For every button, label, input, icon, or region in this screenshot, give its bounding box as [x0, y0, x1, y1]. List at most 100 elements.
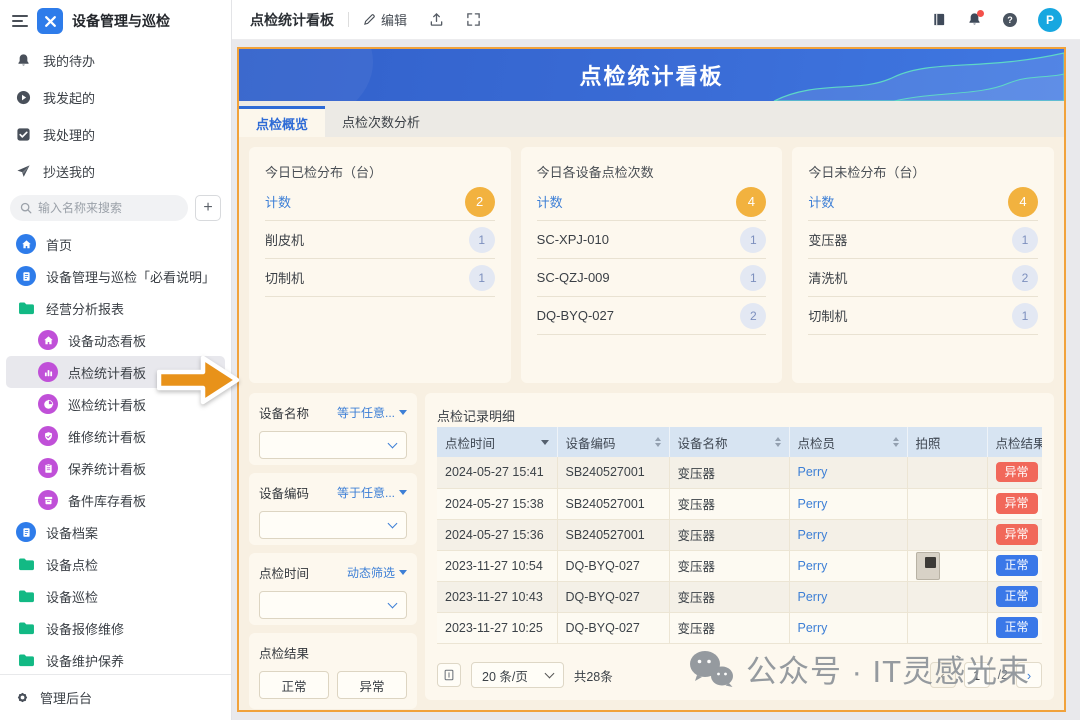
share-icon[interactable]: [429, 12, 444, 27]
caret-down-icon: [399, 570, 407, 575]
stat-card-2: 今日未检分布（台）计数4变压器1清洗机2切制机1: [792, 147, 1054, 383]
cell-inspector: Perry: [789, 519, 907, 550]
page-size-select[interactable]: 20 条/页: [471, 662, 564, 688]
sidebar-item-13[interactable]: 设备维护保养: [6, 644, 225, 674]
cell-result: 正常: [987, 550, 1042, 581]
inspector-link[interactable]: Perry: [798, 590, 828, 604]
inspector-link[interactable]: Perry: [798, 528, 828, 542]
stat-row: 变压器1: [808, 221, 1038, 259]
inspector-link[interactable]: Perry: [798, 465, 828, 479]
filter-group-1: 设备编码等于任意...: [249, 473, 417, 545]
inspector-link[interactable]: Perry: [798, 497, 828, 511]
column-header-3[interactable]: 点检员: [789, 427, 907, 457]
filter-select[interactable]: [259, 591, 407, 619]
doc-icon: [16, 522, 36, 542]
sidebar-item-3[interactable]: 设备动态看板: [6, 324, 225, 356]
cell-code: DQ-BYQ-027: [557, 550, 669, 581]
tab-inspection-overview[interactable]: 点检概览: [239, 106, 325, 137]
dashboard-tabs: 点检概览 点检次数分析: [239, 101, 1064, 137]
stat-row: 清洗机2: [808, 259, 1038, 297]
column-header-4: 拍照: [907, 427, 987, 457]
column-header-1[interactable]: 设备编码: [557, 427, 669, 457]
stat-row-label[interactable]: 计数: [537, 192, 563, 211]
sidebar-item-11[interactable]: 设备巡检: [6, 580, 225, 612]
result-option-0[interactable]: 正常: [259, 671, 329, 699]
sidebar-item-7[interactable]: 保养统计看板: [6, 452, 225, 484]
quick-item-label: 抄送我的: [43, 162, 95, 181]
column-header-0[interactable]: 点检时间: [437, 427, 557, 457]
inspector-link[interactable]: Perry: [798, 559, 828, 573]
filter-select[interactable]: [259, 511, 407, 539]
filter-column: 设备名称等于任意...设备编码等于任意...点检时间动态筛选点检结果正常异常: [249, 393, 417, 700]
cell-code: SB240527001: [557, 519, 669, 550]
sidebar-item-1[interactable]: 设备管理与巡检「必看说明」: [6, 260, 225, 292]
prev-page-button[interactable]: ‹: [930, 662, 956, 688]
add-button[interactable]: +: [195, 195, 221, 221]
sidebar-item-admin-backend[interactable]: 管理后台: [0, 674, 231, 720]
sidebar-nav: 首页设备管理与巡检「必看说明」经营分析报表设备动态看板点检统计看板巡检统计看板维…: [0, 226, 231, 674]
sidebar-item-9[interactable]: 设备档案: [6, 516, 225, 548]
sidebar-item-label: 首页: [46, 235, 72, 254]
sidebar-header: 设备管理与巡检: [0, 0, 231, 42]
sidebar-item-2[interactable]: 经营分析报表: [6, 292, 225, 324]
sidebar-quick-item-1[interactable]: 我发起的: [0, 79, 231, 116]
inspector-link[interactable]: Perry: [798, 621, 828, 635]
filter-label: 点检结果: [259, 643, 309, 662]
filter-select[interactable]: [259, 431, 407, 459]
chart-pie-icon: [38, 394, 58, 414]
notifications-bell-icon[interactable]: [967, 12, 982, 27]
sidebar-item-label: 设备点检: [46, 555, 98, 574]
help-icon[interactable]: ?: [1002, 12, 1018, 28]
collapse-sidebar-icon[interactable]: [12, 15, 28, 27]
current-page-button[interactable]: 1: [964, 662, 990, 688]
app-title: 设备管理与巡检: [72, 11, 170, 31]
sidebar-quick-item-3[interactable]: 抄送我的: [0, 153, 231, 190]
sidebar-search-input[interactable]: [38, 201, 178, 215]
filter-label: 设备名称: [259, 403, 309, 422]
play-circle-icon: [15, 89, 32, 106]
dashboard-banner: 点检统计看板: [239, 49, 1064, 101]
filter-mode-link[interactable]: 等于任意...: [337, 404, 407, 421]
sidebar-item-label: 设备巡检: [46, 587, 98, 606]
sidebar-item-5[interactable]: 巡检统计看板: [6, 388, 225, 420]
sidebar-item-8[interactable]: 备件库存看板: [6, 484, 225, 516]
sort-icon: [655, 437, 661, 447]
table-wrap: 点检时间设备编码设备名称点检员拍照点检结果 2024-05-27 15:41SB…: [437, 427, 1042, 654]
stat-row-label[interactable]: 计数: [808, 192, 834, 211]
manual-book-icon[interactable]: [931, 12, 947, 27]
cell-result: 正常: [987, 612, 1042, 643]
result-status-badge: 正常: [996, 555, 1038, 575]
filter-mode-link[interactable]: 等于任意...: [337, 484, 407, 501]
sidebar-quick-item-0[interactable]: 我的待办: [0, 42, 231, 79]
sidebar-quick-item-2[interactable]: 我处理的: [0, 116, 231, 153]
sidebar-item-label: 巡检统计看板: [68, 395, 146, 414]
user-avatar[interactable]: P: [1038, 8, 1062, 32]
sidebar-item-10[interactable]: 设备点检: [6, 548, 225, 580]
fullscreen-icon[interactable]: [466, 12, 481, 27]
filter-label: 点检时间: [259, 563, 309, 582]
sidebar-item-4-selected[interactable]: 点检统计看板: [6, 356, 225, 388]
stat-row-label[interactable]: 计数: [265, 192, 291, 211]
next-page-button[interactable]: ›: [1016, 662, 1042, 688]
result-option-1[interactable]: 异常: [337, 671, 407, 699]
stat-cards-row: 今日已检分布（台）计数2削皮机1切制机1今日各设备点检次数计数4SC-XPJ-0…: [249, 147, 1054, 383]
filter-mode-link[interactable]: 动态筛选: [347, 564, 407, 581]
sidebar-item-12[interactable]: 设备报修维修: [6, 612, 225, 644]
stat-row-label: 削皮机: [265, 230, 304, 249]
pagination-view-toggle-icon[interactable]: [437, 663, 461, 687]
cell-code: SB240527001: [557, 488, 669, 519]
filter-group-3: 点检结果正常异常: [249, 633, 417, 709]
edit-button[interactable]: 编辑: [363, 10, 407, 29]
sidebar-item-6[interactable]: 维修统计看板: [6, 420, 225, 452]
banner-decor-waves: [744, 49, 1064, 101]
column-header-2[interactable]: 设备名称: [669, 427, 789, 457]
sidebar-item-0[interactable]: 首页: [6, 228, 225, 260]
inspection-records-table: 点检时间设备编码设备名称点检员拍照点检结果 2024-05-27 15:41SB…: [437, 427, 1042, 644]
column-label: 设备编码: [566, 433, 616, 452]
sidebar-item-label: 设备维护保养: [46, 651, 124, 670]
search-icon: [20, 202, 32, 214]
photo-thumbnail[interactable]: [916, 552, 940, 580]
tab-inspection-count-analysis[interactable]: 点检次数分析: [325, 106, 437, 137]
sidebar-search-box[interactable]: [10, 195, 188, 221]
stat-row-count-badge: 2: [740, 303, 766, 329]
